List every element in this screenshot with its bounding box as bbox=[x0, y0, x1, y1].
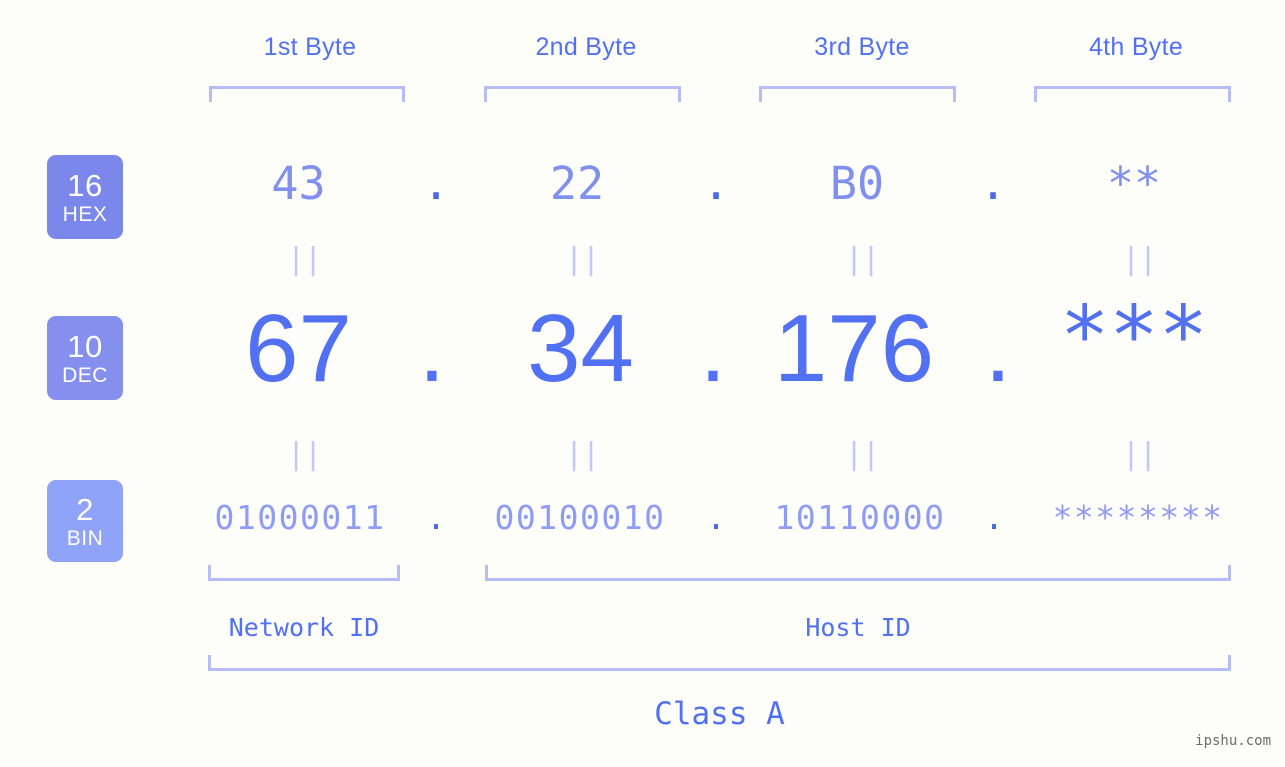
hex-separator-1: . bbox=[422, 157, 450, 210]
bin-octet-3: 10110000 bbox=[774, 498, 946, 537]
base-badge-dec-number: 10 bbox=[67, 328, 103, 364]
byte-header-3: 3rd Byte bbox=[814, 33, 910, 61]
equals-mark-dec-bin-4: || bbox=[1122, 437, 1157, 472]
byte-bracket-top-1 bbox=[209, 86, 405, 102]
network-id-label: Network ID bbox=[228, 613, 380, 642]
byte-bracket-top-3 bbox=[759, 86, 956, 102]
dec-octet-1: 67 bbox=[245, 295, 352, 402]
hex-separator-2: . bbox=[702, 157, 730, 210]
base-badge-bin-number: 2 bbox=[76, 491, 94, 527]
dec-octet-3: 176 bbox=[773, 295, 935, 402]
class-label: Class A bbox=[654, 696, 785, 732]
class-bracket bbox=[208, 655, 1231, 671]
equals-mark-hex-dec-3: || bbox=[845, 242, 880, 277]
equals-mark-dec-bin-2: || bbox=[565, 437, 600, 472]
base-badge-dec-abbr: DEC bbox=[62, 363, 108, 387]
bin-octet-2: 00100010 bbox=[494, 498, 666, 537]
base-badge-hex[interactable]: 16 HEX bbox=[47, 155, 123, 239]
byte-bracket-top-2 bbox=[484, 86, 681, 102]
equals-mark-hex-dec-4: || bbox=[1122, 242, 1157, 277]
equals-mark-dec-bin-1: || bbox=[287, 437, 322, 472]
byte-bracket-top-4 bbox=[1034, 86, 1231, 102]
hex-separator-3: . bbox=[979, 157, 1007, 210]
dec-separator-3: . bbox=[984, 295, 1012, 402]
dec-separator-1: . bbox=[418, 295, 446, 402]
byte-header-1: 1st Byte bbox=[263, 33, 357, 61]
host-id-bracket bbox=[485, 565, 1231, 581]
dec-separator-2: . bbox=[699, 295, 727, 402]
dec-octet-4: *** bbox=[1059, 289, 1209, 384]
ip-address-breakdown-diagram: 1st Byte 2nd Byte 3rd Byte 4th Byte 16 H… bbox=[0, 0, 1285, 767]
equals-mark-dec-bin-3: || bbox=[845, 437, 880, 472]
bin-separator-2: . bbox=[706, 498, 726, 537]
base-badge-bin-abbr: BIN bbox=[66, 526, 104, 550]
byte-header-2: 2nd Byte bbox=[535, 33, 637, 61]
base-badge-dec[interactable]: 10 DEC bbox=[47, 316, 123, 400]
dec-octet-2: 34 bbox=[527, 295, 634, 402]
base-badge-hex-number: 16 bbox=[67, 167, 103, 203]
equals-mark-hex-dec-1: || bbox=[287, 242, 322, 277]
byte-header-4: 4th Byte bbox=[1088, 33, 1184, 61]
hex-octet-3: B0 bbox=[829, 157, 885, 210]
bin-octet-4: ******** bbox=[1052, 498, 1224, 537]
site-watermark: ipshu.com bbox=[1195, 733, 1271, 749]
base-badge-hex-abbr: HEX bbox=[62, 202, 108, 226]
bin-octet-1: 01000011 bbox=[214, 498, 386, 537]
network-id-bracket bbox=[208, 565, 400, 581]
base-badge-bin[interactable]: 2 BIN bbox=[47, 480, 123, 562]
equals-mark-hex-dec-2: || bbox=[565, 242, 600, 277]
bin-separator-1: . bbox=[426, 498, 446, 537]
hex-octet-1: 43 bbox=[271, 157, 326, 210]
hex-octet-2: 22 bbox=[549, 157, 605, 210]
host-id-label: Host ID bbox=[805, 613, 911, 642]
bin-separator-3: . bbox=[984, 498, 1004, 537]
hex-octet-4: ** bbox=[1106, 157, 1162, 210]
